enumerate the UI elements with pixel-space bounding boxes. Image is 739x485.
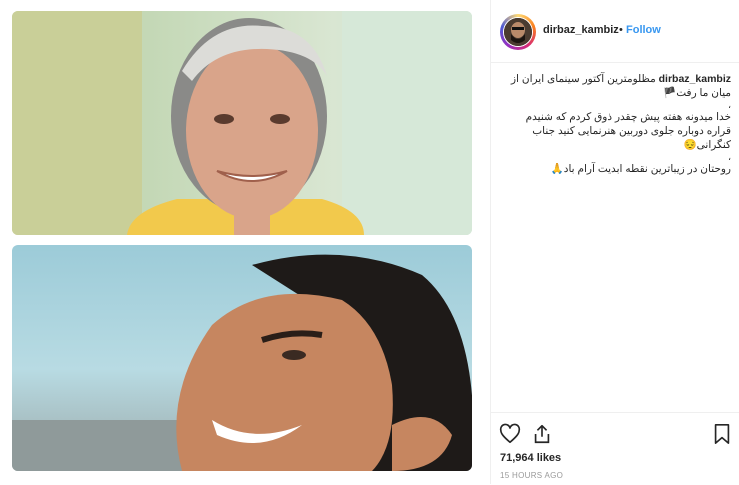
bookmark-icon[interactable] bbox=[711, 423, 733, 445]
post-username[interactable]: dirbaz_kambiz bbox=[543, 24, 619, 36]
post-sidebar: dirbaz_kambiz • Follow dirbaz_kambiz مظل… bbox=[491, 0, 739, 484]
post-actions: 71,964 likes 15 HOURS AGO bbox=[491, 412, 739, 485]
caption-mark-1: ، bbox=[728, 100, 731, 110]
caption-mark-2: ، bbox=[728, 152, 731, 162]
heart-icon[interactable] bbox=[499, 423, 521, 445]
separator-dot: • bbox=[619, 24, 623, 36]
flag-emoji: 🏴 bbox=[663, 87, 677, 99]
caption-line-2: میان ما رفت🏴 bbox=[499, 86, 731, 100]
caption-line-2-text: میان ما رفت bbox=[676, 87, 731, 99]
instagram-post: dirbaz_kambiz • Follow dirbaz_kambiz مظل… bbox=[0, 0, 739, 484]
caption-username[interactable]: dirbaz_kambiz bbox=[659, 73, 731, 85]
caption-line-5-text: کنگرانی bbox=[696, 139, 731, 151]
post-caption: dirbaz_kambiz مظلومترین آکتور سینمای ایر… bbox=[499, 72, 731, 176]
avatar[interactable] bbox=[503, 17, 533, 47]
photo-young-portrait bbox=[12, 245, 472, 471]
caption-line-6: روحتان در زیباترین نقطه ابدیت آرام باد🙏 bbox=[499, 162, 731, 176]
photo-older-portrait bbox=[12, 11, 472, 235]
pray-emoji: 🙏 bbox=[550, 163, 564, 175]
share-icon[interactable] bbox=[531, 423, 553, 445]
caption-line-3: خدا میدونه هفته پیش چقدر ذوق کردم که شنی… bbox=[525, 111, 731, 123]
post-media[interactable] bbox=[0, 0, 491, 484]
likes-count[interactable]: 71,964 likes bbox=[500, 452, 561, 464]
avatar-story-ring[interactable] bbox=[500, 14, 536, 50]
caption-line-1: dirbaz_kambiz مظلومترین آکتور سینمای ایر… bbox=[499, 72, 731, 86]
caption-line-5: کنگرانی😔 bbox=[499, 138, 731, 152]
sad-emoji: 😔 bbox=[683, 139, 697, 151]
post-header: dirbaz_kambiz • Follow bbox=[491, 0, 739, 63]
caption-line-1-text: مظلومترین آکتور سینمای ایران از bbox=[510, 73, 656, 85]
follow-button[interactable]: Follow bbox=[626, 24, 661, 36]
caption-line-6-text: روحتان در زیباترین نقطه ابدیت آرام باد bbox=[563, 163, 731, 175]
post-timestamp[interactable]: 15 HOURS AGO bbox=[500, 471, 563, 480]
caption-line-4: قراره دوباره جلوی دوربین هنرنمایی کنید ج… bbox=[532, 125, 731, 137]
